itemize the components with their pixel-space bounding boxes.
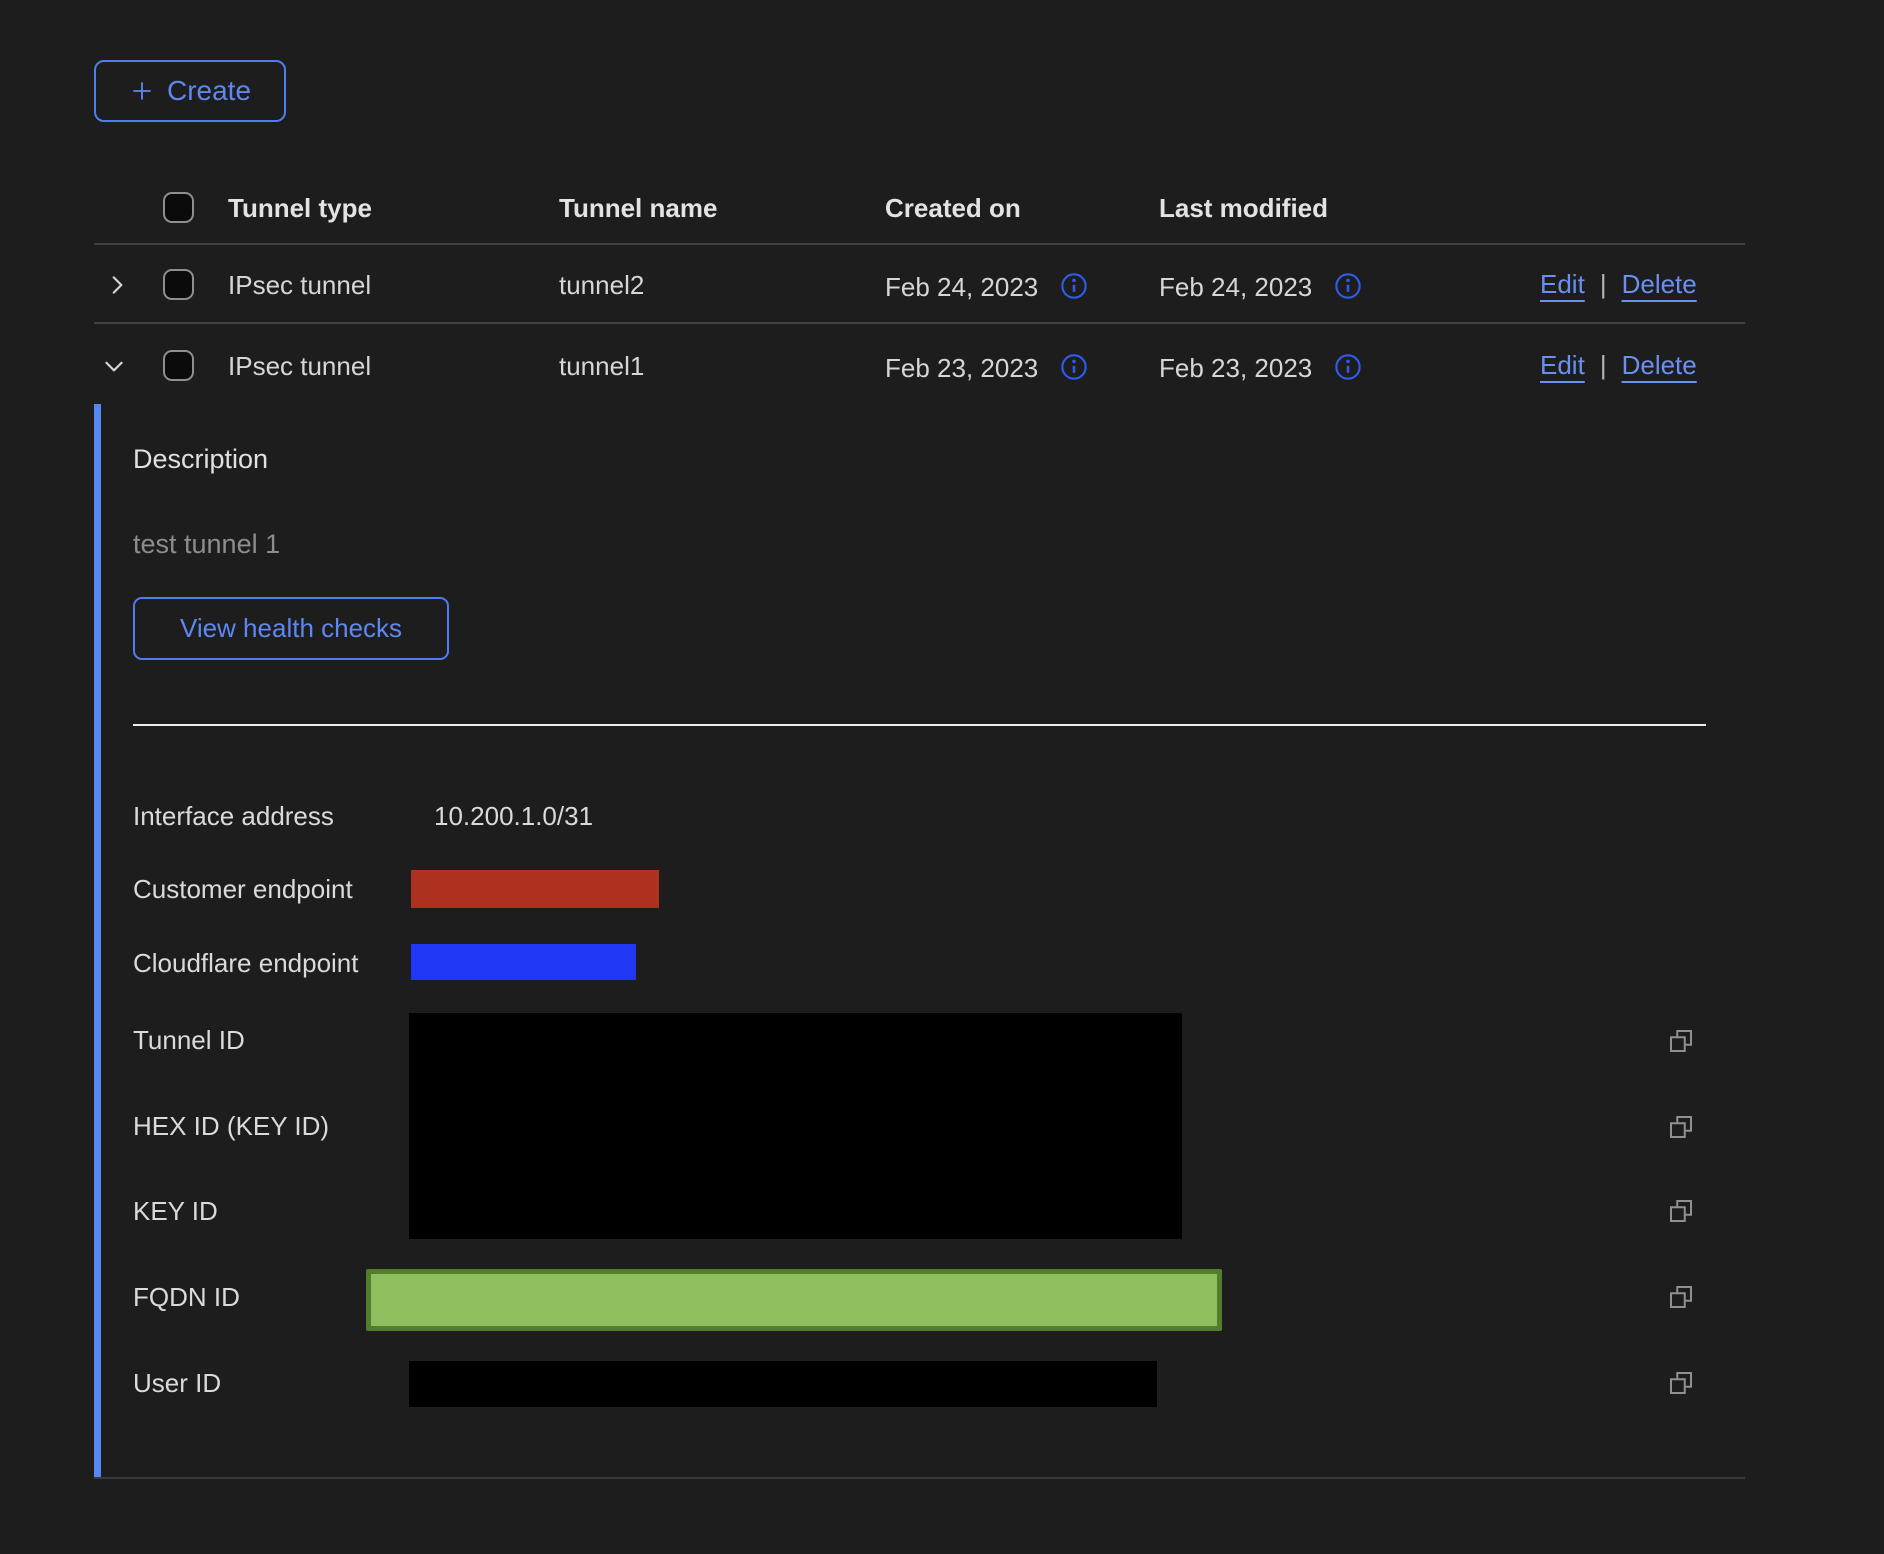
last-modified-cell: Feb 24, 2023	[1159, 269, 1362, 304]
panel-bottom-divider	[94, 1477, 1745, 1479]
description-label: Description	[133, 444, 268, 475]
last-modified-cell: Feb 23, 2023	[1159, 350, 1362, 385]
tunnel-name-cell: tunnel1	[559, 350, 644, 382]
tunnel-type-cell: IPsec tunnel	[228, 350, 371, 382]
header-divider	[94, 243, 1745, 245]
field-label-interface-address: Interface address	[133, 800, 334, 832]
field-label-hex-id: HEX ID (KEY ID)	[133, 1110, 329, 1142]
created-on-date: Feb 24, 2023	[885, 271, 1038, 303]
actions-separator: |	[1600, 350, 1607, 381]
view-health-checks-button[interactable]: View health checks	[133, 597, 449, 660]
row-divider	[94, 322, 1745, 324]
column-header-created-on: Created on	[885, 192, 1021, 224]
last-modified-date: Feb 24, 2023	[1159, 271, 1312, 303]
select-all-checkbox[interactable]	[163, 192, 194, 223]
redacted-cloudflare-endpoint-value	[411, 944, 636, 980]
chevron-down-icon[interactable]	[101, 353, 127, 379]
edit-link[interactable]: Edit	[1540, 269, 1585, 300]
row-actions: Edit | Delete	[1540, 350, 1697, 381]
tunnel-name-cell: tunnel2	[559, 269, 644, 301]
info-icon[interactable]	[1334, 353, 1362, 388]
redacted-customer-endpoint-value	[411, 870, 659, 908]
copy-hex-id-button[interactable]	[1666, 1112, 1696, 1142]
copy-user-id-button[interactable]	[1666, 1368, 1696, 1398]
plus-icon	[129, 78, 155, 104]
field-label-customer-endpoint: Customer endpoint	[133, 873, 353, 905]
row-actions: Edit | Delete	[1540, 269, 1697, 300]
created-on-date: Feb 23, 2023	[885, 352, 1038, 384]
delete-link[interactable]: Delete	[1622, 269, 1697, 300]
copy-tunnel-id-button[interactable]	[1666, 1026, 1696, 1056]
field-label-cloudflare-endpoint: Cloudflare endpoint	[133, 947, 359, 979]
field-value-interface-address: 10.200.1.0/31	[434, 800, 593, 832]
chevron-right-icon[interactable]	[104, 272, 130, 298]
column-header-tunnel-name: Tunnel name	[559, 192, 717, 224]
redacted-user-id-value	[409, 1361, 1157, 1407]
ipsec-tunnels-page: Create Tunnel type Tunnel name Created o…	[0, 0, 1884, 1554]
field-label-key-id: KEY ID	[133, 1195, 218, 1227]
created-on-cell: Feb 24, 2023	[885, 269, 1088, 304]
copy-fqdn-id-button[interactable]	[1666, 1282, 1696, 1312]
expanded-row-indicator	[94, 404, 101, 1478]
last-modified-date: Feb 23, 2023	[1159, 352, 1312, 384]
created-on-cell: Feb 23, 2023	[885, 350, 1088, 385]
create-button-label: Create	[167, 75, 251, 107]
edit-link[interactable]: Edit	[1540, 350, 1585, 381]
field-label-fqdn-id: FQDN ID	[133, 1281, 240, 1313]
field-label-user-id: User ID	[133, 1367, 221, 1399]
field-label-tunnel-id: Tunnel ID	[133, 1024, 245, 1056]
row-checkbox[interactable]	[163, 269, 194, 300]
create-button[interactable]: Create	[94, 60, 286, 122]
row-checkbox[interactable]	[163, 350, 194, 381]
redacted-ids-block	[409, 1013, 1182, 1239]
copy-key-id-button[interactable]	[1666, 1196, 1696, 1226]
redacted-fqdn-id-value	[366, 1269, 1222, 1331]
column-header-tunnel-type: Tunnel type	[228, 192, 372, 224]
delete-link[interactable]: Delete	[1622, 350, 1697, 381]
description-value: test tunnel 1	[133, 529, 280, 560]
section-divider	[133, 724, 1706, 726]
info-icon[interactable]	[1060, 272, 1088, 307]
info-icon[interactable]	[1334, 272, 1362, 307]
tunnel-type-cell: IPsec tunnel	[228, 269, 371, 301]
column-header-last-modified: Last modified	[1159, 192, 1328, 224]
info-icon[interactable]	[1060, 353, 1088, 388]
actions-separator: |	[1600, 269, 1607, 300]
